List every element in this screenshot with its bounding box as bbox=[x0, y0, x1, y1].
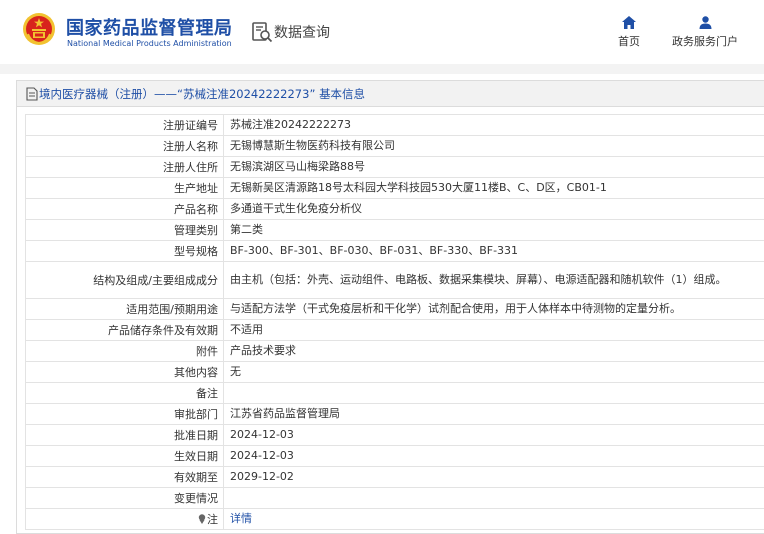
row-label: 注册人住所 bbox=[25, 156, 224, 178]
row-label: 产品储存条件及有效期 bbox=[25, 319, 224, 341]
table-row: 其他内容无 bbox=[25, 361, 764, 383]
row-value: 无锡滨湖区马山梅梁路88号 bbox=[223, 156, 764, 178]
site-name-en: National Medical Products Administration bbox=[67, 39, 232, 48]
nav-service-portal[interactable]: 政务服务门户 bbox=[664, 16, 746, 49]
row-label: 有效期至 bbox=[25, 466, 224, 488]
row-value: 不适用 bbox=[223, 319, 764, 341]
table-row-note: 注 详情 bbox=[25, 508, 764, 530]
note-label: 注 bbox=[207, 513, 218, 526]
row-label: 型号规格 bbox=[25, 240, 224, 262]
document-icon bbox=[26, 87, 38, 101]
table-row: 注册证编号 苏械注准20242222273 bbox=[25, 114, 764, 136]
pin-icon bbox=[198, 514, 206, 524]
search-document-icon bbox=[252, 22, 273, 43]
table-row: 型号规格 BF-300、BF-301、BF-030、BF-031、BF-330、B… bbox=[25, 240, 764, 262]
table-row: 生效日期 2024-12-03 bbox=[25, 445, 764, 467]
table-row: 生产地址 无锡新吴区清源路18号太科园大学科技园530大厦11楼B、C、D区，CB… bbox=[25, 177, 764, 199]
row-label: 产品名称 bbox=[25, 198, 224, 220]
detail-panel: 境内医疗器械（注册）——“苏械注准20242222273” 基本信息 注册证编号… bbox=[16, 80, 764, 534]
row-label: 注 bbox=[25, 508, 224, 530]
row-value: 2029-12-02 bbox=[223, 466, 764, 488]
table-row: 注册人住所 无锡滨湖区马山梅梁路88号 bbox=[25, 156, 764, 178]
title-reg-number: “苏械注准20242222273” bbox=[177, 87, 316, 101]
row-label: 生效日期 bbox=[25, 445, 224, 467]
nav-home[interactable]: 首页 bbox=[612, 16, 646, 49]
row-label: 附件 bbox=[25, 340, 224, 362]
row-label: 结构及组成/主要组成成分 bbox=[25, 261, 224, 299]
panel-title-bar: 境内医疗器械（注册）——“苏械注准20242222273” 基本信息 bbox=[17, 81, 764, 107]
row-label: 备注 bbox=[25, 382, 224, 404]
row-label: 适用范围/预期用途 bbox=[25, 298, 224, 320]
row-value: 无 bbox=[223, 361, 764, 383]
row-label: 管理类别 bbox=[25, 219, 224, 241]
table-row: 管理类别 第二类 bbox=[25, 219, 764, 241]
table-row: 附件 产品技术要求 bbox=[25, 340, 764, 362]
row-value bbox=[223, 382, 764, 404]
row-value: 无锡新吴区清源路18号太科园大学科技园530大厦11楼B、C、D区，CB01-1 bbox=[223, 177, 764, 199]
row-label: 批准日期 bbox=[25, 424, 224, 446]
national-emblem-icon bbox=[23, 13, 55, 45]
home-icon bbox=[622, 16, 636, 29]
table-row: 备注 bbox=[25, 382, 764, 404]
table-row: 适用范围/预期用途 与适配方法学（干式免疫层析和干化学）试剂配合使用，用于人体样本… bbox=[25, 298, 764, 320]
row-value: 2024-12-03 bbox=[223, 424, 764, 446]
nav-home-label: 首页 bbox=[618, 35, 640, 48]
row-label: 变更情况 bbox=[25, 487, 224, 509]
user-icon bbox=[699, 16, 711, 29]
row-value: 第二类 bbox=[223, 219, 764, 241]
row-label: 注册证编号 bbox=[25, 114, 224, 136]
table-row: 产品储存条件及有效期 不适用 bbox=[25, 319, 764, 341]
title-category: 境内医疗器械（注册） bbox=[39, 87, 154, 101]
registration-info-table: 注册证编号 苏械注准20242222273 注册人名称 无锡博慧斯生物医药科技有限公… bbox=[25, 114, 764, 530]
nav-portal-label: 政务服务门户 bbox=[672, 35, 738, 48]
row-value: 详情 bbox=[223, 508, 764, 530]
site-header: 国家药品监督管理局 National Medical Products Admi… bbox=[0, 0, 764, 64]
row-label: 生产地址 bbox=[25, 177, 224, 199]
table-row: 变更情况 bbox=[25, 487, 764, 509]
table-row: 审批部门 江苏省药品监督管理局 bbox=[25, 403, 764, 425]
table-row: 产品名称 多通道干式生化免疫分析仪 bbox=[25, 198, 764, 220]
row-value bbox=[223, 487, 764, 509]
row-value: 无锡博慧斯生物医药科技有限公司 bbox=[223, 135, 764, 157]
details-link[interactable]: 详情 bbox=[230, 512, 252, 525]
row-value: 2024-12-03 bbox=[223, 445, 764, 467]
row-value: 由主机（包括：外壳、运动组件、电路板、数据采集模块、屏幕）、电源适配器和随机软件… bbox=[223, 261, 764, 299]
row-value: 多通道干式生化免疫分析仪 bbox=[223, 198, 764, 220]
row-label: 审批部门 bbox=[25, 403, 224, 425]
row-value: 江苏省药品监督管理局 bbox=[223, 403, 764, 425]
row-value: 苏械注准20242222273 bbox=[223, 114, 764, 136]
row-value: BF-300、BF-301、BF-030、BF-031、BF-330、BF-33… bbox=[223, 240, 764, 262]
title-suffix: 基本信息 bbox=[319, 87, 366, 101]
table-row: 注册人名称 无锡博慧斯生物医药科技有限公司 bbox=[25, 135, 764, 157]
table-row: 结构及组成/主要组成成分 由主机（包括：外壳、运动组件、电路板、数据采集模块、屏幕… bbox=[25, 261, 764, 299]
row-label: 其他内容 bbox=[25, 361, 224, 383]
row-value: 与适配方法学（干式免疫层析和干化学）试剂配合使用，用于人体样本中待测物的定量分析… bbox=[223, 298, 764, 320]
table-row: 有效期至 2029-12-02 bbox=[25, 466, 764, 488]
row-label: 注册人名称 bbox=[25, 135, 224, 157]
row-value: 产品技术要求 bbox=[223, 340, 764, 362]
title-separator: —— bbox=[154, 87, 177, 101]
site-name: 国家药品监督管理局 bbox=[66, 18, 233, 39]
table-row: 批准日期 2024-12-03 bbox=[25, 424, 764, 446]
panel-title: 境内医疗器械（注册）——“苏械注准20242222273” 基本信息 bbox=[39, 86, 365, 102]
header-divider bbox=[0, 64, 764, 74]
data-query-label: 数据查询 bbox=[274, 25, 330, 41]
